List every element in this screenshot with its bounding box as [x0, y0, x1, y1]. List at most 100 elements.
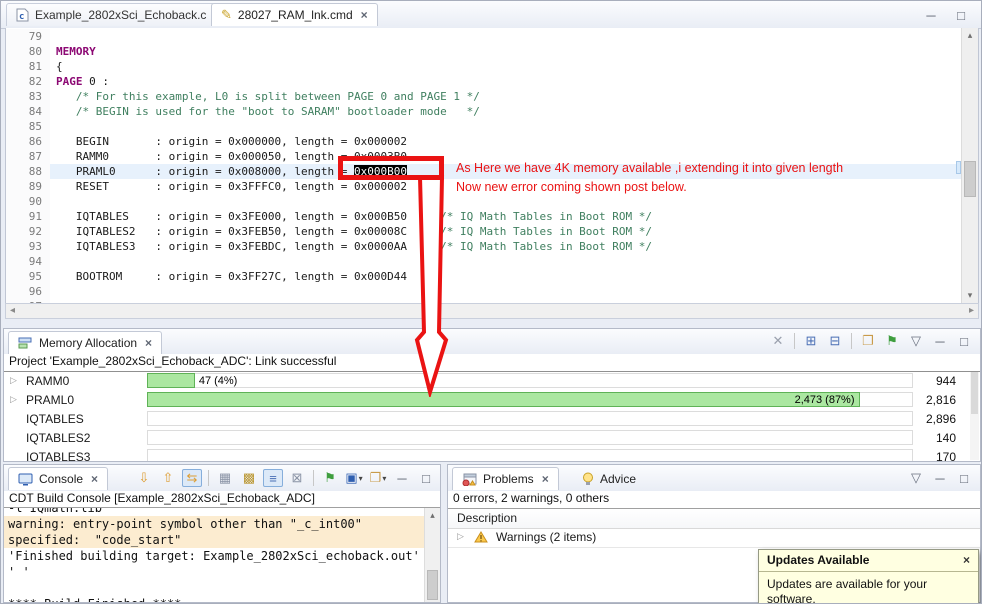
code-line[interactable]: 80 MEMORY [6, 44, 978, 59]
close-icon[interactable]: × [145, 336, 152, 350]
annotation-highlight-rect [338, 156, 444, 180]
word-wrap-icon[interactable]: ≡ [263, 469, 283, 487]
memory-usage-bar [147, 449, 913, 461]
editor-tabbar: c Example_2802xSci_Echoback.c ✎ 28027_RA… [1, 1, 981, 29]
view-menu-icon[interactable]: ▽ [906, 469, 926, 487]
console-toolbar: ⇩ ⇧ ⇆ ▦ ▩ ≡ ⊠ ⚑ ▣ ▾ ❐ ▾ ─ □ [134, 469, 436, 487]
clear-console-icon[interactable]: ⊠ [287, 469, 307, 487]
expand-arrow-icon[interactable]: ▷ [457, 531, 464, 542]
minimize-view-icon[interactable]: ─ [921, 6, 941, 24]
code-line[interactable]: 95 BOOTROM : origin = 0x3FF27C, length =… [6, 269, 978, 284]
tab-problems[interactable]: Problems × [452, 467, 559, 490]
maximize-view-icon[interactable]: □ [954, 469, 974, 487]
show-on-stderr-icon[interactable]: ▩ [239, 469, 259, 487]
console-line: -l IQmath.lib [8, 508, 102, 515]
code-line[interactable]: 86 BEGIN : origin = 0x000000, length = 0… [6, 134, 978, 149]
tab-label: 28027_RAM_lnk.cmd [237, 8, 353, 22]
updates-available-popup[interactable]: Updates Available × Updates are availabl… [758, 549, 979, 604]
editor-vertical-scrollbar[interactable]: ▴ ▾ [961, 28, 978, 303]
memory-row[interactable]: ▷ PRAML0 2,473 (87%) 2,816 [4, 391, 970, 410]
close-icon[interactable]: × [361, 8, 368, 22]
scroll-down-icon[interactable]: ⇩ [134, 469, 154, 487]
popup-body-line: Updates are available for your software. [767, 577, 928, 604]
cmd-file-icon: ✎ [221, 7, 232, 22]
clear-icon[interactable]: ✕ [768, 332, 788, 350]
scroll-up-icon[interactable]: ⇧ [158, 469, 178, 487]
code-line[interactable]: 93 IQTABLES3 : origin = 0x3FEBDC, length… [6, 239, 978, 254]
close-icon[interactable]: × [91, 472, 98, 486]
code-line[interactable]: 96 [6, 284, 978, 299]
scroll-up-icon[interactable]: ▴ [425, 510, 440, 521]
pin-view-icon[interactable]: ⚑ [882, 332, 902, 350]
memory-row[interactable]: ▷ RAMM0 47 (4%) 944 [4, 372, 970, 391]
console-icon [18, 473, 33, 486]
link-status-text: Project 'Example_2802xSci_Echoback_ADC':… [4, 354, 980, 372]
expand-arrow-icon[interactable]: ▷ [10, 394, 17, 405]
editor-horizontal-scrollbar[interactable]: ◂ ▸ [5, 303, 979, 319]
scroll-lock-icon[interactable]: ⇆ [182, 469, 202, 487]
console-line: warning: entry-point symbol other than "… [4, 516, 424, 532]
popup-body[interactable]: Updates are available for your software.… [759, 572, 978, 604]
scrollbar-thumb[interactable] [971, 372, 978, 414]
scrollbar-thumb[interactable] [964, 161, 976, 197]
memory-total-size: 2,896 [925, 412, 956, 426]
console-lines[interactable]: -l IQmath.lib warning: entry-point symbol… [4, 508, 424, 602]
show-on-stdout-icon[interactable]: ▦ [215, 469, 235, 487]
code-line[interactable]: 79 [6, 29, 978, 44]
expand-all-icon[interactable]: ⊞ [801, 332, 821, 350]
code-line[interactable]: 90 [6, 194, 978, 209]
open-console-icon[interactable]: ❐ ▾ [368, 469, 388, 487]
memory-row[interactable]: IQTABLES2 140 [4, 429, 970, 448]
toolbar-separator [313, 470, 314, 486]
code-line[interactable]: 91 IQTABLES : origin = 0x3FE000, length … [6, 209, 978, 224]
code-line[interactable]: 85 [6, 119, 978, 134]
maximize-view-icon[interactable]: □ [951, 6, 971, 24]
code-line[interactable]: 84 /* BEGIN is used for the "boot to SAR… [6, 104, 978, 119]
code-line[interactable]: 82 PAGE 0 : [6, 74, 978, 89]
expand-arrow-icon[interactable]: ▷ [10, 375, 17, 386]
code-line[interactable]: 92 IQTABLES2 : origin = 0x3FEB50, length… [6, 224, 978, 239]
minimize-view-icon[interactable]: ─ [392, 469, 412, 487]
memory-row[interactable]: IQTABLES 2,896 [4, 410, 970, 429]
memory-row[interactable]: IQTABLES3 170 [4, 448, 970, 461]
code-line[interactable]: 94 [6, 254, 978, 269]
annotation-arrow [414, 175, 449, 397]
tab-memory-allocation[interactable]: Memory Allocation × [8, 331, 163, 354]
console-line: ' ' [8, 565, 30, 579]
memory-total-size: 944 [935, 374, 956, 388]
memory-usage-bar [147, 411, 913, 426]
code-line[interactable]: 81 { [6, 59, 978, 74]
close-icon[interactable]: × [963, 553, 970, 567]
scroll-right-icon[interactable]: ▸ [969, 305, 974, 316]
tab-console[interactable]: Console × [8, 467, 109, 490]
load-memory-map-icon[interactable]: ❐ [858, 332, 878, 350]
memory-allocation-icon [18, 337, 33, 350]
line-number: 95 [6, 269, 50, 284]
display-console-icon[interactable]: ▣ ▾ [344, 469, 364, 487]
scroll-left-icon[interactable]: ◂ [10, 305, 15, 316]
close-icon[interactable]: × [542, 472, 549, 486]
description-column-header[interactable]: Description [448, 509, 980, 529]
scrollbar-thumb[interactable] [427, 570, 438, 600]
tab-example-echoback-c[interactable]: c Example_2802xSci_Echoback.c [6, 3, 217, 26]
tab-advice[interactable]: Advice [573, 467, 645, 490]
console-scrollbar[interactable]: ▴ [424, 508, 440, 602]
console-line: 'Finished building target: Example_2802x… [8, 549, 420, 563]
minimize-view-icon[interactable]: ─ [930, 469, 950, 487]
maximize-view-icon[interactable]: □ [416, 469, 436, 487]
collapse-all-icon[interactable]: ⊟ [825, 332, 845, 350]
scroll-up-icon[interactable]: ▴ [962, 30, 978, 41]
memory-scrollbar[interactable] [970, 372, 979, 460]
tab-ram-lnk-cmd[interactable]: ✎ 28027_RAM_lnk.cmd × [211, 3, 378, 26]
code-line[interactable]: 83 /* For this example, L0 is split betw… [6, 89, 978, 104]
maximize-view-icon[interactable]: □ [954, 332, 974, 350]
pin-console-icon[interactable]: ⚑ [320, 469, 340, 487]
view-menu-icon[interactable]: ▽ [906, 332, 926, 350]
scroll-down-icon[interactable]: ▾ [962, 290, 978, 301]
warnings-group-row[interactable]: ▷ Warnings (2 items) [448, 528, 980, 548]
minimize-view-icon[interactable]: ─ [930, 332, 950, 350]
